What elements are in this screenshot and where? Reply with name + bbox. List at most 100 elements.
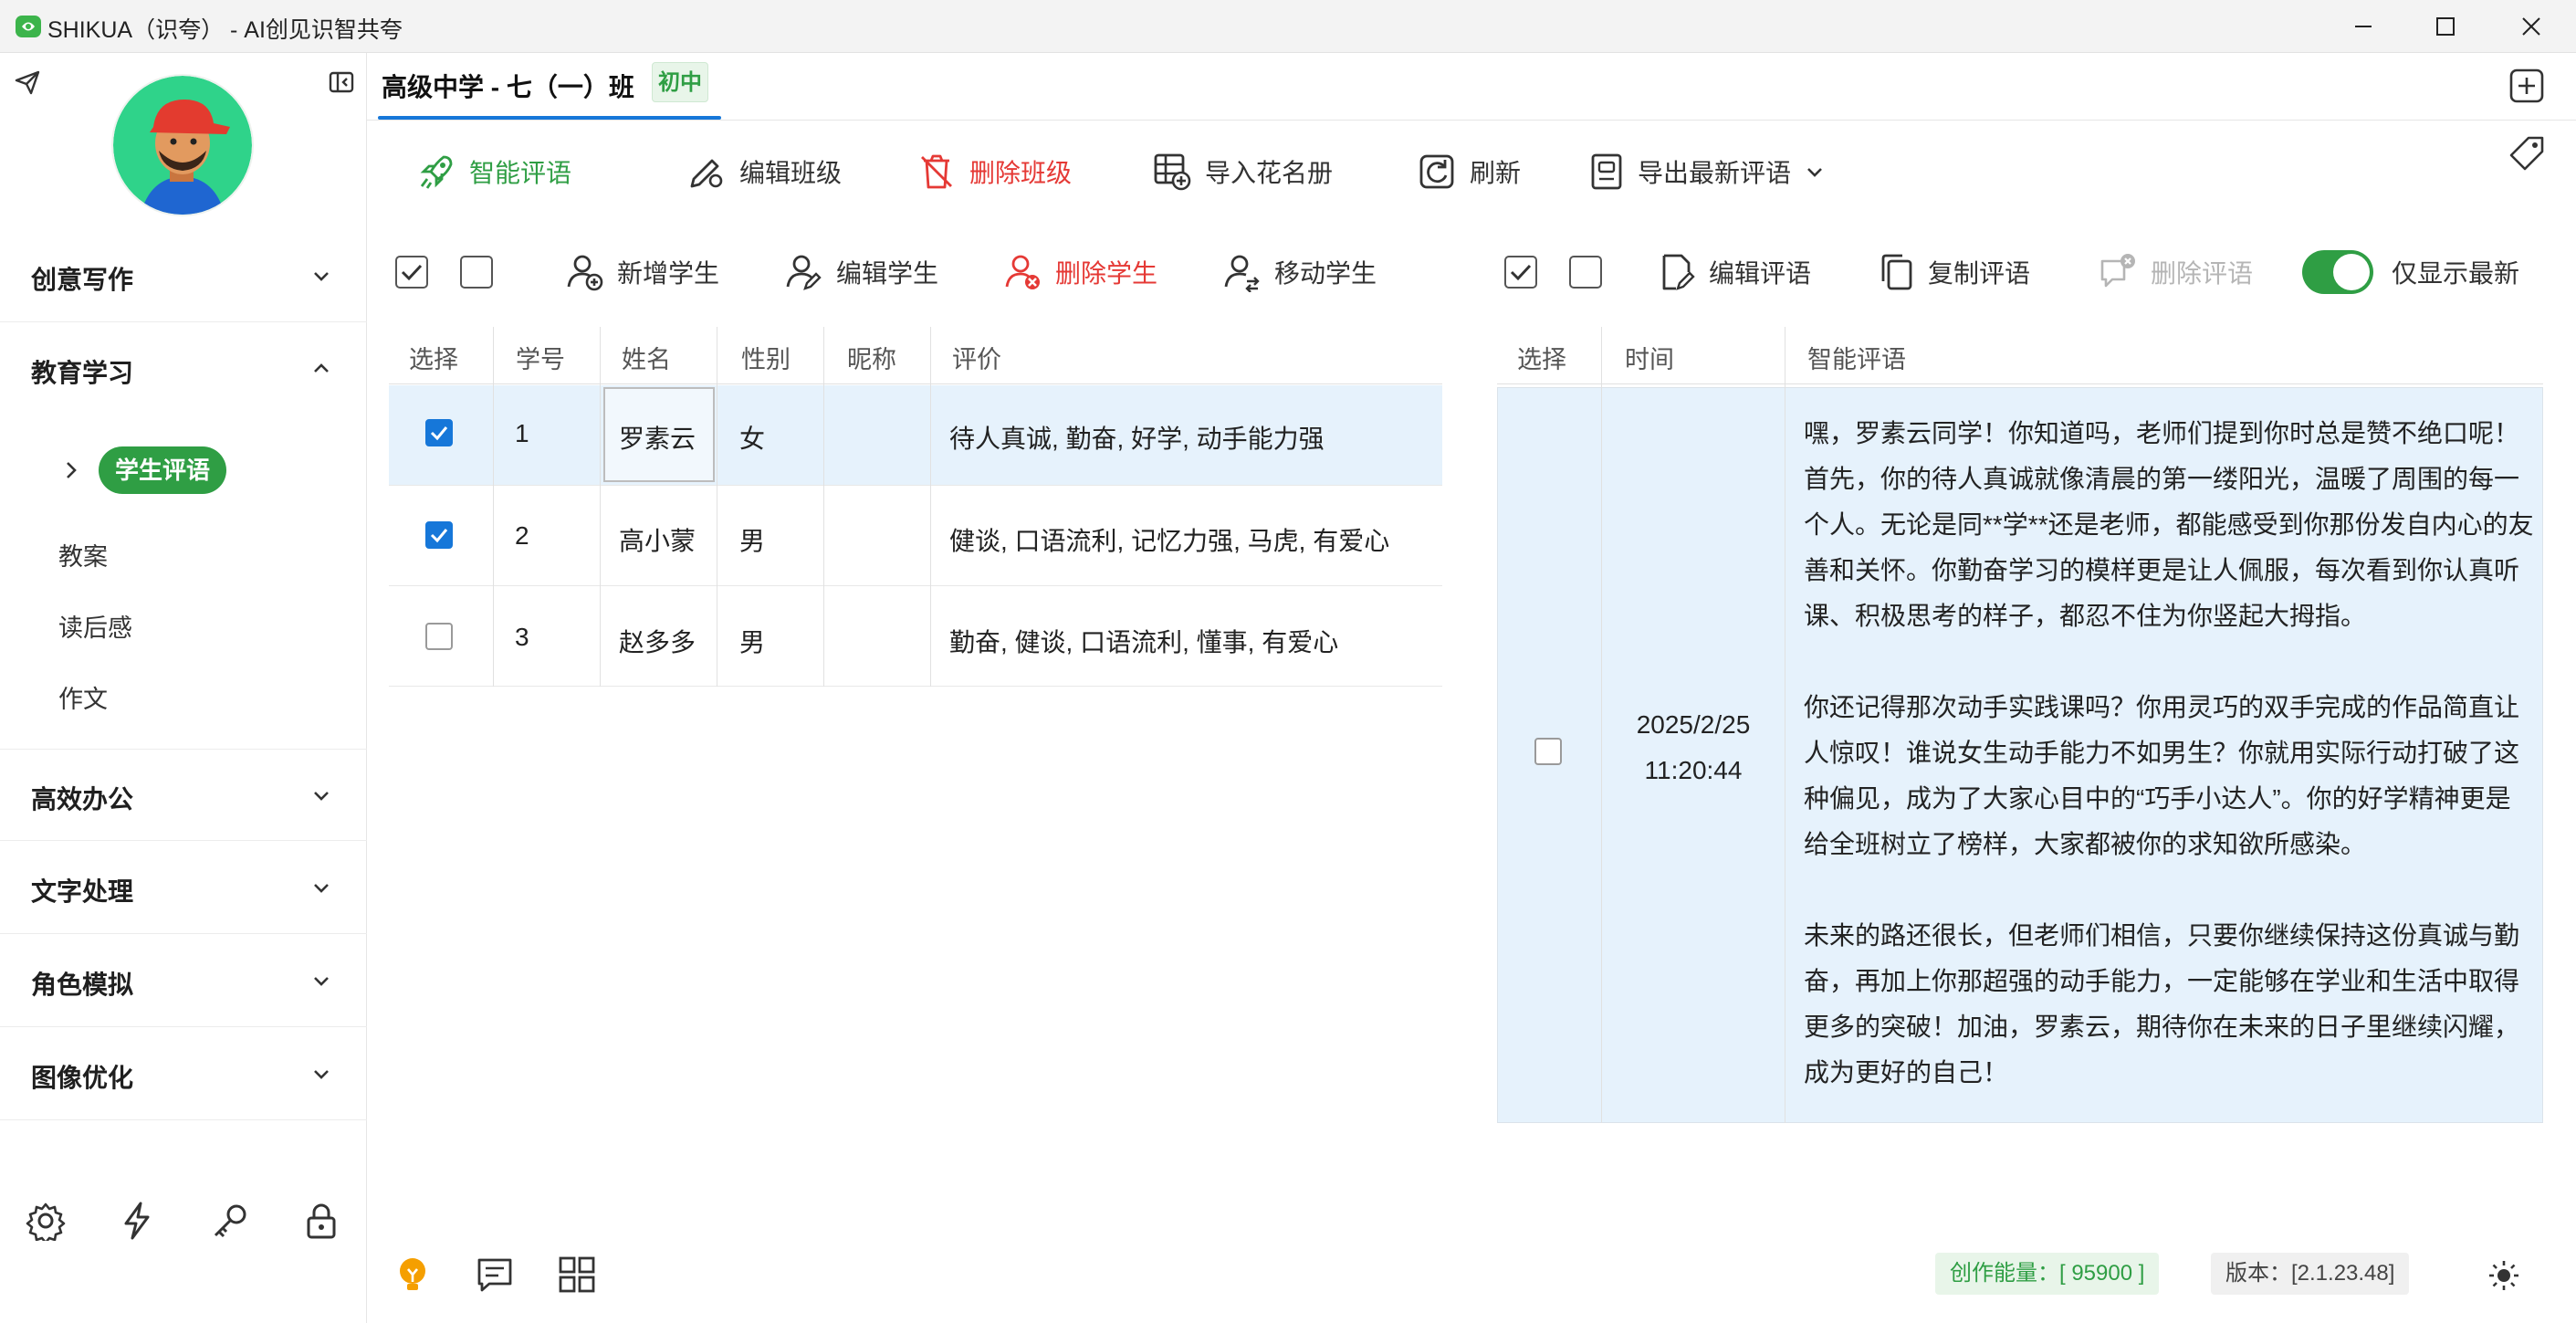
sidebar-item-essay[interactable]: 作文 (58, 679, 108, 715)
comment-paragraph: 未来的路还很长，但老师们相信，只要你继续保持这份真诚与勤奋，再加上你那超强的动手… (1804, 921, 2520, 1087)
copy-icon (1881, 254, 1912, 290)
chevron-down-icon (314, 272, 329, 281)
add-student-label: 新增学生 (617, 259, 720, 288)
menu-group-creative-writing[interactable]: 创意写作 (0, 230, 367, 322)
column-divider (823, 327, 824, 687)
sidebar-item-lesson-plan[interactable]: 教案 (58, 537, 108, 572)
chat-icon[interactable] (475, 1255, 515, 1295)
latest-only-toggle[interactable] (2302, 250, 2373, 294)
chevron-up-icon (314, 363, 329, 373)
menu-group-text-processing[interactable]: 文字处理 (0, 842, 367, 934)
lightbulb-icon[interactable] (393, 1255, 433, 1295)
rocket-icon (420, 155, 453, 189)
remove-user-icon (1005, 255, 1040, 289)
student-gender: 男 (739, 527, 766, 555)
collapse-sidebar-icon[interactable] (327, 68, 356, 97)
tag-icon[interactable] (2508, 135, 2545, 172)
delete-student-button[interactable]: 删除学生 (1002, 247, 1157, 298)
comment-header-time[interactable]: 时间 (1625, 340, 1674, 375)
comment-header-comment[interactable]: 智能评语 (1807, 340, 1906, 375)
smart-comment-button[interactable]: 智能评语 (416, 146, 571, 197)
student-id: 3 (515, 623, 529, 651)
send-icon[interactable] (13, 68, 42, 97)
chevron-down-icon (314, 977, 329, 986)
move-user-icon (1224, 255, 1260, 292)
lock-icon[interactable] (301, 1201, 341, 1241)
copy-comment-button[interactable]: 复制评语 (1879, 247, 2030, 298)
select-all-checkbox[interactable] (395, 256, 428, 289)
check-icon (430, 426, 448, 441)
edit-student-button[interactable]: 编辑学生 (783, 247, 938, 298)
comment-text[interactable]: 嘿，罗素云同学！你知道吗，老师们提到你时总是赞不绝口呢！首先，你的待人真诚就像清… (1804, 411, 2534, 1096)
theme-sun-icon[interactable] (2487, 1258, 2521, 1293)
comment-paragraph: 嘿，罗素云同学！你知道吗，老师们提到你时总是赞不绝口呢！首先，你的待人真诚就像清… (1804, 419, 2534, 630)
toggle-knob (2333, 254, 2370, 290)
import-roster-label: 导入花名册 (1205, 159, 1334, 187)
delete-class-button[interactable]: 删除班级 (916, 146, 1072, 197)
refresh-button[interactable]: 刷新 (1417, 146, 1521, 197)
import-roster-button[interactable]: 导入花名册 (1152, 146, 1333, 197)
grid-icon[interactable] (557, 1255, 597, 1295)
export-latest-label: 导出最新评语 (1638, 159, 1792, 187)
comment-header-select[interactable]: 选择 (1517, 340, 1566, 375)
version-badge: 版本：[2.1.23.48] (2211, 1253, 2410, 1295)
column-header-id[interactable]: 学号 (516, 340, 565, 375)
edit-student-label: 编辑学生 (836, 259, 939, 288)
comment-paragraph: 你还记得那次动手实践课吗？你用灵巧的双手完成的作品简直让人惊叹！谁说女生动手能力… (1804, 693, 2520, 858)
new-tab-icon[interactable] (2508, 68, 2545, 104)
column-header-select[interactable]: 选择 (409, 340, 458, 375)
deselect-all-checkbox[interactable] (460, 256, 493, 289)
lightning-icon[interactable] (117, 1201, 157, 1241)
row-checkbox[interactable] (425, 419, 453, 446)
comment-date: 2025/2/25 (1636, 710, 1751, 739)
menu-group-label: 文字处理 (31, 877, 134, 906)
menu-group-label: 创意写作 (31, 266, 134, 294)
select-all-comments-checkbox[interactable] (1504, 256, 1537, 289)
column-header-name[interactable]: 姓名 (622, 340, 671, 375)
add-user-icon (567, 255, 603, 291)
menu-group-office[interactable]: 高效办公 (0, 749, 367, 841)
export-latest-button[interactable]: 导出最新评语 (1588, 146, 1826, 197)
column-header-evaluation[interactable]: 评价 (952, 340, 1001, 375)
student-id: 1 (515, 419, 529, 447)
minimize-button[interactable] (2322, 0, 2404, 53)
chevron-down-icon[interactable] (1804, 161, 1826, 183)
column-divider (600, 327, 601, 687)
comment-row-checkbox[interactable] (1534, 738, 1562, 765)
menu-group-education[interactable]: 教育学习 (0, 323, 367, 415)
energy-badge: 创作能量：[ 95900 ] (1935, 1253, 2160, 1295)
edit-class-button[interactable]: 编辑班级 (686, 146, 842, 197)
app-logo-icon (15, 13, 42, 40)
avatar[interactable] (113, 76, 252, 215)
check-icon (401, 264, 423, 281)
delete-comment-button[interactable]: 删除评语 (2098, 247, 2253, 298)
edit-comment-button[interactable]: 编辑评语 (1660, 247, 1811, 298)
row-checkbox[interactable] (425, 521, 453, 549)
settings-icon[interactable] (26, 1201, 66, 1241)
copy-comment-label: 复制评语 (1928, 259, 2031, 288)
move-student-button[interactable]: 移动学生 (1221, 247, 1377, 298)
tab-bar: 高级中学 - 七（一）班 初中 (367, 53, 2576, 121)
column-header-nickname[interactable]: 昵称 (847, 340, 896, 375)
add-student-button[interactable]: 新增学生 (564, 247, 719, 298)
menu-group-label: 高效办公 (31, 785, 134, 814)
key-icon[interactable] (210, 1201, 250, 1241)
deselect-all-comments-checkbox[interactable] (1569, 256, 1602, 289)
title-bar: SHIKUA（识夸） - AI创见识智共夸 (0, 0, 2576, 53)
maximize-button[interactable] (2404, 0, 2487, 53)
close-button[interactable] (2490, 0, 2572, 53)
latest-only-label: 仅显示最新 (2392, 259, 2520, 288)
student-id: 2 (515, 521, 529, 550)
student-name: 罗素云 (619, 425, 696, 453)
menu-group-role-play[interactable]: 角色模拟 (0, 935, 367, 1027)
menu-group-label: 教育学习 (31, 359, 134, 387)
menu-group-image-optimize[interactable]: 图像优化 (0, 1028, 367, 1120)
comment-time: 11:20:44 (1644, 756, 1743, 784)
chevron-down-icon (314, 1070, 329, 1079)
sidebar-item-reading-notes[interactable]: 读后感 (58, 608, 132, 644)
student-name: 高小蒙 (619, 527, 696, 555)
delete-student-label: 删除学生 (1055, 259, 1158, 288)
row-checkbox[interactable] (425, 623, 453, 650)
column-header-gender[interactable]: 性别 (741, 340, 791, 375)
student-name: 赵多多 (619, 628, 696, 656)
